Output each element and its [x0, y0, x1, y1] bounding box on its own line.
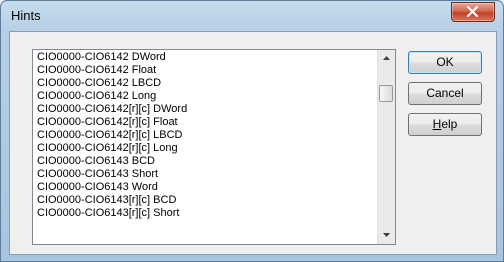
ok-button[interactable]: OK — [408, 51, 482, 74]
scroll-down-button[interactable] — [378, 227, 395, 244]
close-button[interactable] — [451, 2, 495, 22]
help-button[interactable]: Help — [408, 113, 482, 136]
close-icon — [466, 6, 479, 17]
scroll-up-button[interactable] — [378, 50, 395, 67]
list-item[interactable]: CIO0000-CIO6142[r][c] Long — [33, 142, 377, 155]
hints-list: CIO0000-CIO6142 DWord CIO0000-CIO6142 Flo… — [33, 50, 377, 244]
arrow-down-icon — [383, 233, 390, 237]
hints-dialog: Hints CIO0000-CIO6142 DWord CIO0000-CIO61… — [0, 0, 504, 262]
list-item[interactable]: CIO0000-CIO6142 Long — [33, 90, 377, 103]
arrow-up-icon — [383, 56, 390, 60]
vertical-scrollbar[interactable] — [377, 50, 395, 244]
list-item[interactable]: CIO0000-CIO6142 Float — [33, 64, 377, 77]
dialog-client-area: CIO0000-CIO6142 DWord CIO0000-CIO6142 Flo… — [9, 31, 497, 255]
list-item[interactable]: CIO0000-CIO6142 LBCD — [33, 77, 377, 90]
list-item[interactable]: CIO0000-CIO6142[r][c] LBCD — [33, 129, 377, 142]
list-item[interactable]: CIO0000-CIO6142 DWord — [33, 51, 377, 64]
list-item[interactable]: CIO0000-CIO6143[r][c] BCD — [33, 194, 377, 207]
scrollbar-thumb[interactable] — [379, 85, 393, 102]
window-title: Hints — [11, 8, 41, 23]
cancel-button[interactable]: Cancel — [408, 82, 482, 105]
list-item[interactable]: CIO0000-CIO6143 Short — [33, 168, 377, 181]
list-item[interactable]: CIO0000-CIO6142[r][c] Float — [33, 116, 377, 129]
title-bar[interactable]: Hints — [1, 1, 503, 31]
list-item[interactable]: CIO0000-CIO6143 Word — [33, 181, 377, 194]
list-item[interactable]: CIO0000-CIO6142[r][c] DWord — [33, 103, 377, 116]
list-item[interactable]: CIO0000-CIO6143[r][c] Short — [33, 207, 377, 220]
list-item[interactable]: CIO0000-CIO6143 BCD — [33, 155, 377, 168]
help-button-label: elp — [441, 117, 458, 131]
hints-listbox[interactable]: CIO0000-CIO6142 DWord CIO0000-CIO6142 Flo… — [32, 49, 396, 245]
